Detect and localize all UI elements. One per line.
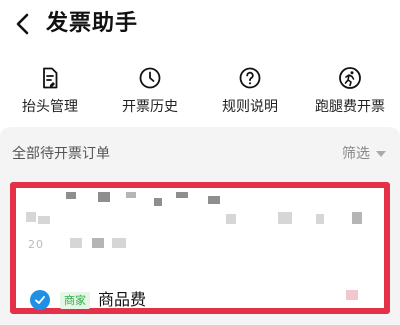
redacted-block (316, 214, 324, 224)
rules-button[interactable]: 规则说明 (200, 60, 300, 124)
rules-label: 规则说明 (222, 99, 278, 115)
section-title: 全部待开票订单 (12, 146, 110, 162)
caret-down-icon (376, 151, 386, 157)
filter-label: 筛选 (342, 146, 370, 162)
redacted-block (352, 212, 362, 224)
redacted-block (154, 198, 162, 206)
filter-button[interactable]: 筛选 (342, 145, 386, 163)
quick-actions: 抬头管理 开票历史 规则说明 跑腿费开票 (0, 60, 400, 124)
redacted-block (92, 238, 104, 248)
document-edit-icon (43, 67, 58, 89)
errand-fee-invoice-button[interactable]: 跑腿费开票 (300, 60, 400, 124)
redacted-block (208, 196, 220, 204)
redacted-block (98, 192, 110, 202)
redacted-block (70, 238, 82, 248)
item-checkbox[interactable] (30, 290, 50, 310)
invoice-history-label: 开票历史 (122, 99, 178, 115)
page-title: 发票助手 (46, 11, 139, 36)
redacted-block (176, 192, 188, 198)
redacted-block (26, 212, 36, 222)
item-name: 商品费 (98, 290, 147, 309)
back-arrow-icon (16, 13, 29, 35)
order-date: 20 (28, 238, 44, 251)
help-circle-icon (239, 67, 261, 89)
order-card[interactable]: 20 商家 商品费 (10, 182, 390, 314)
invoice-history-button[interactable]: 开票历史 (100, 60, 200, 124)
redacted-block (38, 216, 50, 224)
check-icon (35, 296, 45, 304)
redacted-block (126, 192, 136, 198)
redacted-block (226, 214, 236, 224)
redacted-block (112, 238, 126, 248)
back-button[interactable] (12, 10, 36, 38)
order-item-row: 商家 商品费 (30, 290, 146, 310)
redacted-block (66, 192, 76, 199)
title-management-label: 抬头管理 (22, 99, 78, 115)
redacted-block (278, 212, 292, 224)
title-management-button[interactable]: 抬头管理 (0, 60, 100, 124)
errand-fee-invoice-label: 跑腿费开票 (315, 99, 385, 115)
redacted-block (346, 290, 358, 300)
clock-icon (139, 67, 161, 89)
runner-icon (339, 67, 361, 89)
merchant-tag: 商家 (60, 291, 90, 309)
top-bar: 发票助手 (0, 0, 400, 48)
